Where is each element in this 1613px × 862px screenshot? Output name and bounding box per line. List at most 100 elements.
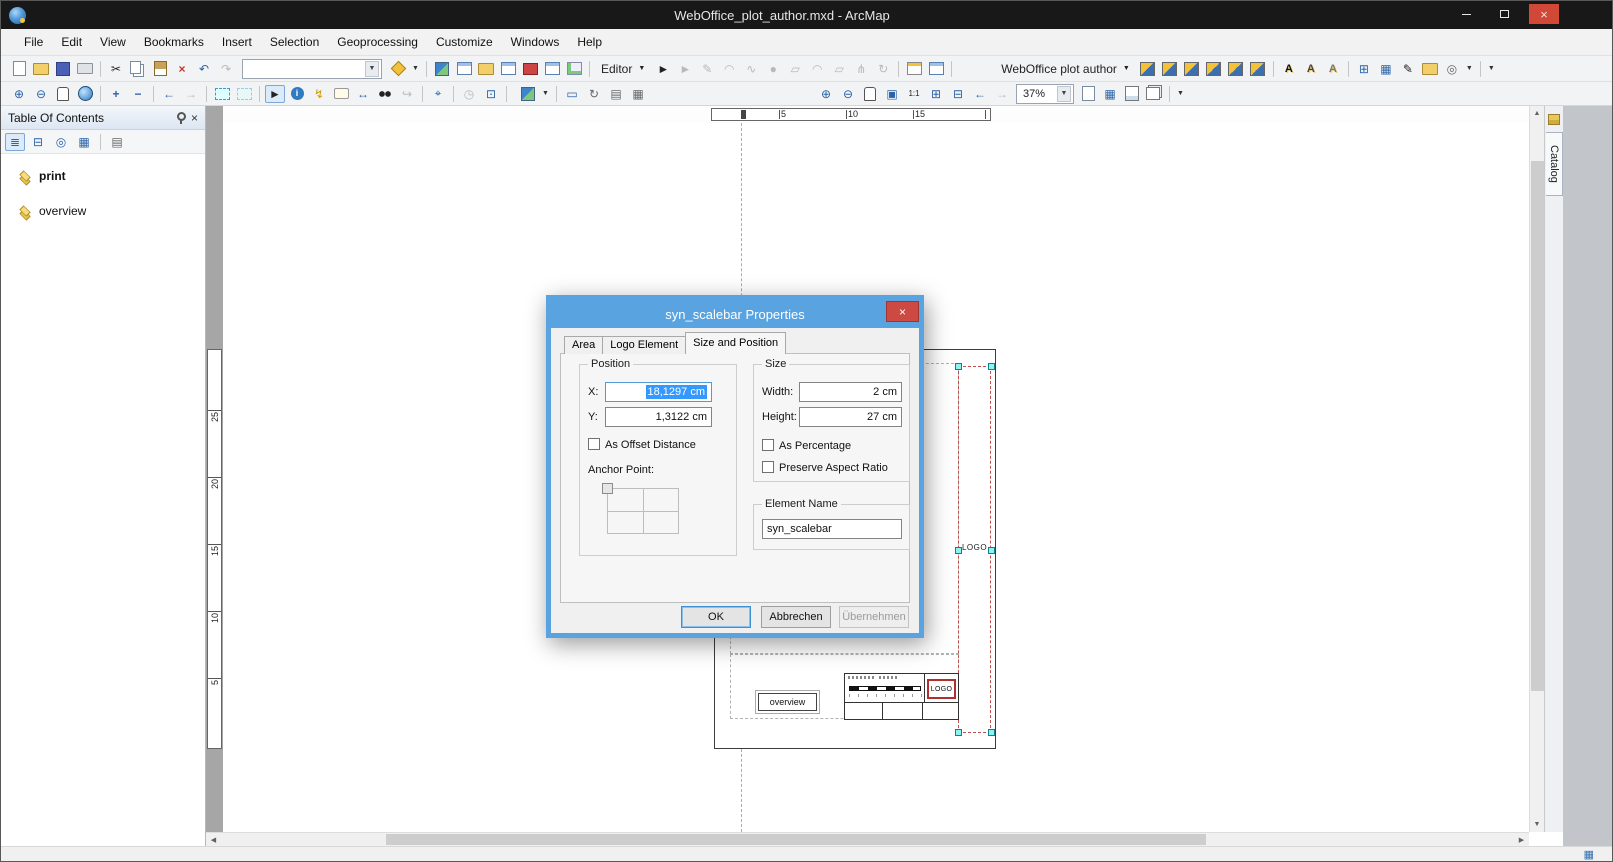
selection-handle[interactable] [988, 729, 995, 736]
select-features-icon[interactable] [212, 85, 232, 103]
toolbar-overflow-icon[interactable]: ▼ [1175, 85, 1186, 103]
edit-sketch-icon[interactable] [518, 85, 538, 103]
layout-zoom-combobox[interactable]: 37% ▼ [1016, 84, 1074, 104]
vertical-scroll-thumb[interactable] [1531, 161, 1544, 691]
add-data-caret-icon[interactable]: ▼ [410, 60, 421, 78]
menu-item[interactable]: Customize [427, 35, 502, 49]
layout-back-extent-icon[interactable]: ← [970, 85, 990, 103]
selection-handle[interactable] [988, 547, 995, 554]
menu-item[interactable]: Geoprocessing [328, 35, 427, 49]
clear-selected-features-icon[interactable] [234, 85, 254, 103]
layout-fixed-zoom-out-icon[interactable]: ⊟ [948, 85, 968, 103]
menu-item[interactable]: Bookmarks [135, 35, 213, 49]
selection-handle[interactable] [988, 363, 995, 370]
save-map-icon[interactable] [53, 60, 73, 78]
paste-icon[interactable] [150, 60, 170, 78]
copy-icon[interactable] [128, 60, 148, 78]
redo-icon[interactable]: ↷ [216, 60, 236, 78]
fixed-zoom-out-icon[interactable]: − [128, 85, 148, 103]
rotate-page-icon[interactable]: ↻ [584, 85, 604, 103]
weboffice-tool-2-icon[interactable] [1160, 60, 1180, 78]
back-extent-icon[interactable]: ← [159, 85, 179, 103]
point-tool-icon[interactable]: ● [763, 60, 783, 78]
catalog-tab[interactable]: Catalog [1546, 132, 1563, 196]
horizontal-scrollbar[interactable]: ◀ ▶ [206, 832, 1529, 846]
statistics-icon[interactable]: ▦ [1376, 60, 1396, 78]
annotation-icon[interactable]: ✎ [1398, 60, 1418, 78]
rotate-tool-icon[interactable]: ↻ [873, 60, 893, 78]
undo-icon[interactable]: ↶ [194, 60, 214, 78]
menu-item[interactable]: Windows [502, 35, 569, 49]
full-extent-icon[interactable] [75, 85, 95, 103]
toc-layer-item[interactable]: overview [17, 201, 205, 221]
close-button[interactable]: × [1529, 4, 1559, 24]
menu-item[interactable]: Selection [261, 35, 328, 49]
dialog-tab[interactable]: Size and Position [685, 332, 786, 354]
weboffice-menu-button[interactable]: WebOffice plot author ▼ [993, 59, 1138, 79]
reshape-feature-icon[interactable]: ◠ [807, 60, 827, 78]
list-by-source-icon[interactable]: ⊟ [28, 133, 48, 151]
weboffice-tool-1-icon[interactable] [1138, 60, 1158, 78]
weboffice-tool-5-icon[interactable] [1226, 60, 1246, 78]
menu-item[interactable]: Insert [213, 35, 261, 49]
scroll-left-icon[interactable]: ◀ [206, 833, 221, 846]
data-driven-pages-icon[interactable] [1144, 85, 1164, 103]
weboffice-tool-4-icon[interactable] [1204, 60, 1224, 78]
create-viewer-window-icon[interactable]: ⊡ [481, 85, 501, 103]
identify-icon[interactable] [287, 85, 307, 103]
combobox-caret-icon[interactable]: ▼ [1057, 86, 1071, 102]
selection-handle[interactable] [955, 363, 962, 370]
cut-polygons-icon[interactable]: ▱ [829, 60, 849, 78]
toc-close-icon[interactable]: × [191, 111, 198, 125]
selection-handle[interactable] [955, 547, 962, 554]
x-input[interactable]: 18,1297 cm [605, 382, 712, 402]
ok-button[interactable]: OK [681, 606, 751, 628]
open-library-icon[interactable] [1420, 60, 1440, 78]
toc-layer-item[interactable]: print [17, 166, 205, 186]
scroll-right-icon[interactable]: ▶ [1514, 833, 1529, 846]
weboffice-tool-3-icon[interactable] [1182, 60, 1202, 78]
trace-icon[interactable]: ∿ [741, 60, 761, 78]
toc-options-icon[interactable]: ▤ [107, 133, 127, 151]
add-data-icon[interactable] [388, 60, 408, 78]
zoom-out-icon[interactable]: ⊖ [31, 85, 51, 103]
layout-zoom-out-icon[interactable]: ⊖ [838, 85, 858, 103]
search-window-icon[interactable] [498, 60, 518, 78]
open-map-icon[interactable] [31, 60, 51, 78]
element-name-input[interactable]: syn_scalebar [762, 519, 902, 539]
height-input[interactable]: 27 cm [799, 407, 902, 427]
split-tool-icon[interactable]: ⋔ [851, 60, 871, 78]
layout-zoom-in-icon[interactable]: ⊕ [816, 85, 836, 103]
weboffice-tool-6-icon[interactable] [1248, 60, 1268, 78]
pin-icon[interactable] [175, 112, 185, 124]
dialog-tab[interactable]: Logo Element [602, 336, 686, 354]
pan-icon[interactable] [53, 85, 73, 103]
hyperlink-icon[interactable]: ↯ [309, 85, 329, 103]
layout-zoom-100-icon[interactable]: 1:1 [904, 85, 924, 103]
margins-icon[interactable]: ▤ [606, 85, 626, 103]
y-input[interactable]: 1,3122 cm [605, 407, 712, 427]
select-graphics-icon[interactable]: ▭ [562, 85, 582, 103]
html-popup-icon[interactable] [331, 85, 351, 103]
dialog-tab[interactable]: Area [564, 336, 603, 354]
title-block[interactable]: LOGO [844, 673, 959, 720]
editor-sketch-icon[interactable] [432, 60, 452, 78]
overview-frame[interactable]: overview [758, 693, 817, 711]
key-numbering-icon[interactable]: ⊞ [1354, 60, 1374, 78]
arctoolbox-window-icon[interactable] [520, 60, 540, 78]
edit-annotation-tool-icon[interactable]: ► [675, 60, 695, 78]
modelbuilder-window-icon[interactable] [564, 60, 584, 78]
measure-icon[interactable]: ↔ [353, 85, 373, 103]
menu-item[interactable]: File [15, 35, 52, 49]
layout-forward-extent-icon[interactable]: → [992, 85, 1012, 103]
anchor-point[interactable] [602, 483, 613, 494]
sketch-properties-icon[interactable] [926, 60, 946, 78]
selection-handle[interactable] [955, 729, 962, 736]
forward-extent-icon[interactable]: → [181, 85, 201, 103]
dialog-close-button[interactable]: × [886, 301, 919, 322]
maximize-button[interactable] [1491, 4, 1517, 24]
edit-tool-icon[interactable]: ► [653, 60, 673, 78]
width-input[interactable]: 2 cm [799, 382, 902, 402]
catalog-window-icon[interactable] [476, 60, 496, 78]
cancel-button[interactable]: Abbrechen [761, 606, 831, 628]
